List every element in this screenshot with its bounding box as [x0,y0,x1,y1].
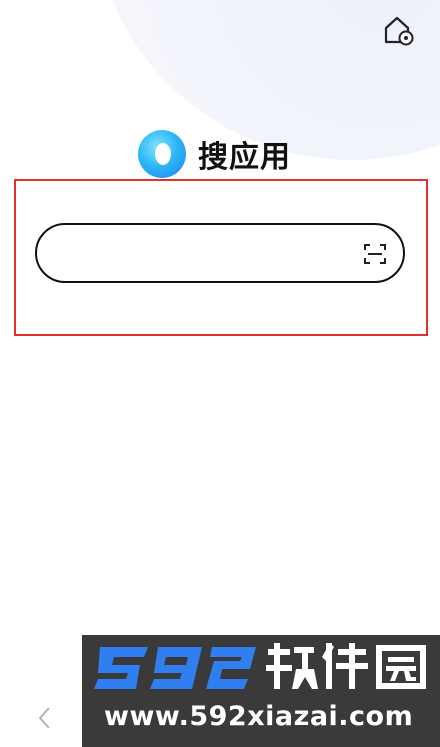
watermark-logo [94,643,426,689]
page-title: 搜应用 [198,140,291,175]
watermark: www.592xiazai.com [82,635,440,747]
app-search-logo-icon [138,130,186,178]
watermark-url: www.592xiazai.com [104,701,414,732]
home-settings-icon[interactable] [382,14,416,46]
chevron-left-icon[interactable] [36,706,54,730]
app-screen: 搜应用 www.592xiazai.com [0,0,440,747]
page-header: 搜应用 [138,130,291,178]
scan-icon[interactable] [363,242,387,266]
search-input[interactable] [61,235,365,273]
search-box[interactable] [35,223,405,283]
